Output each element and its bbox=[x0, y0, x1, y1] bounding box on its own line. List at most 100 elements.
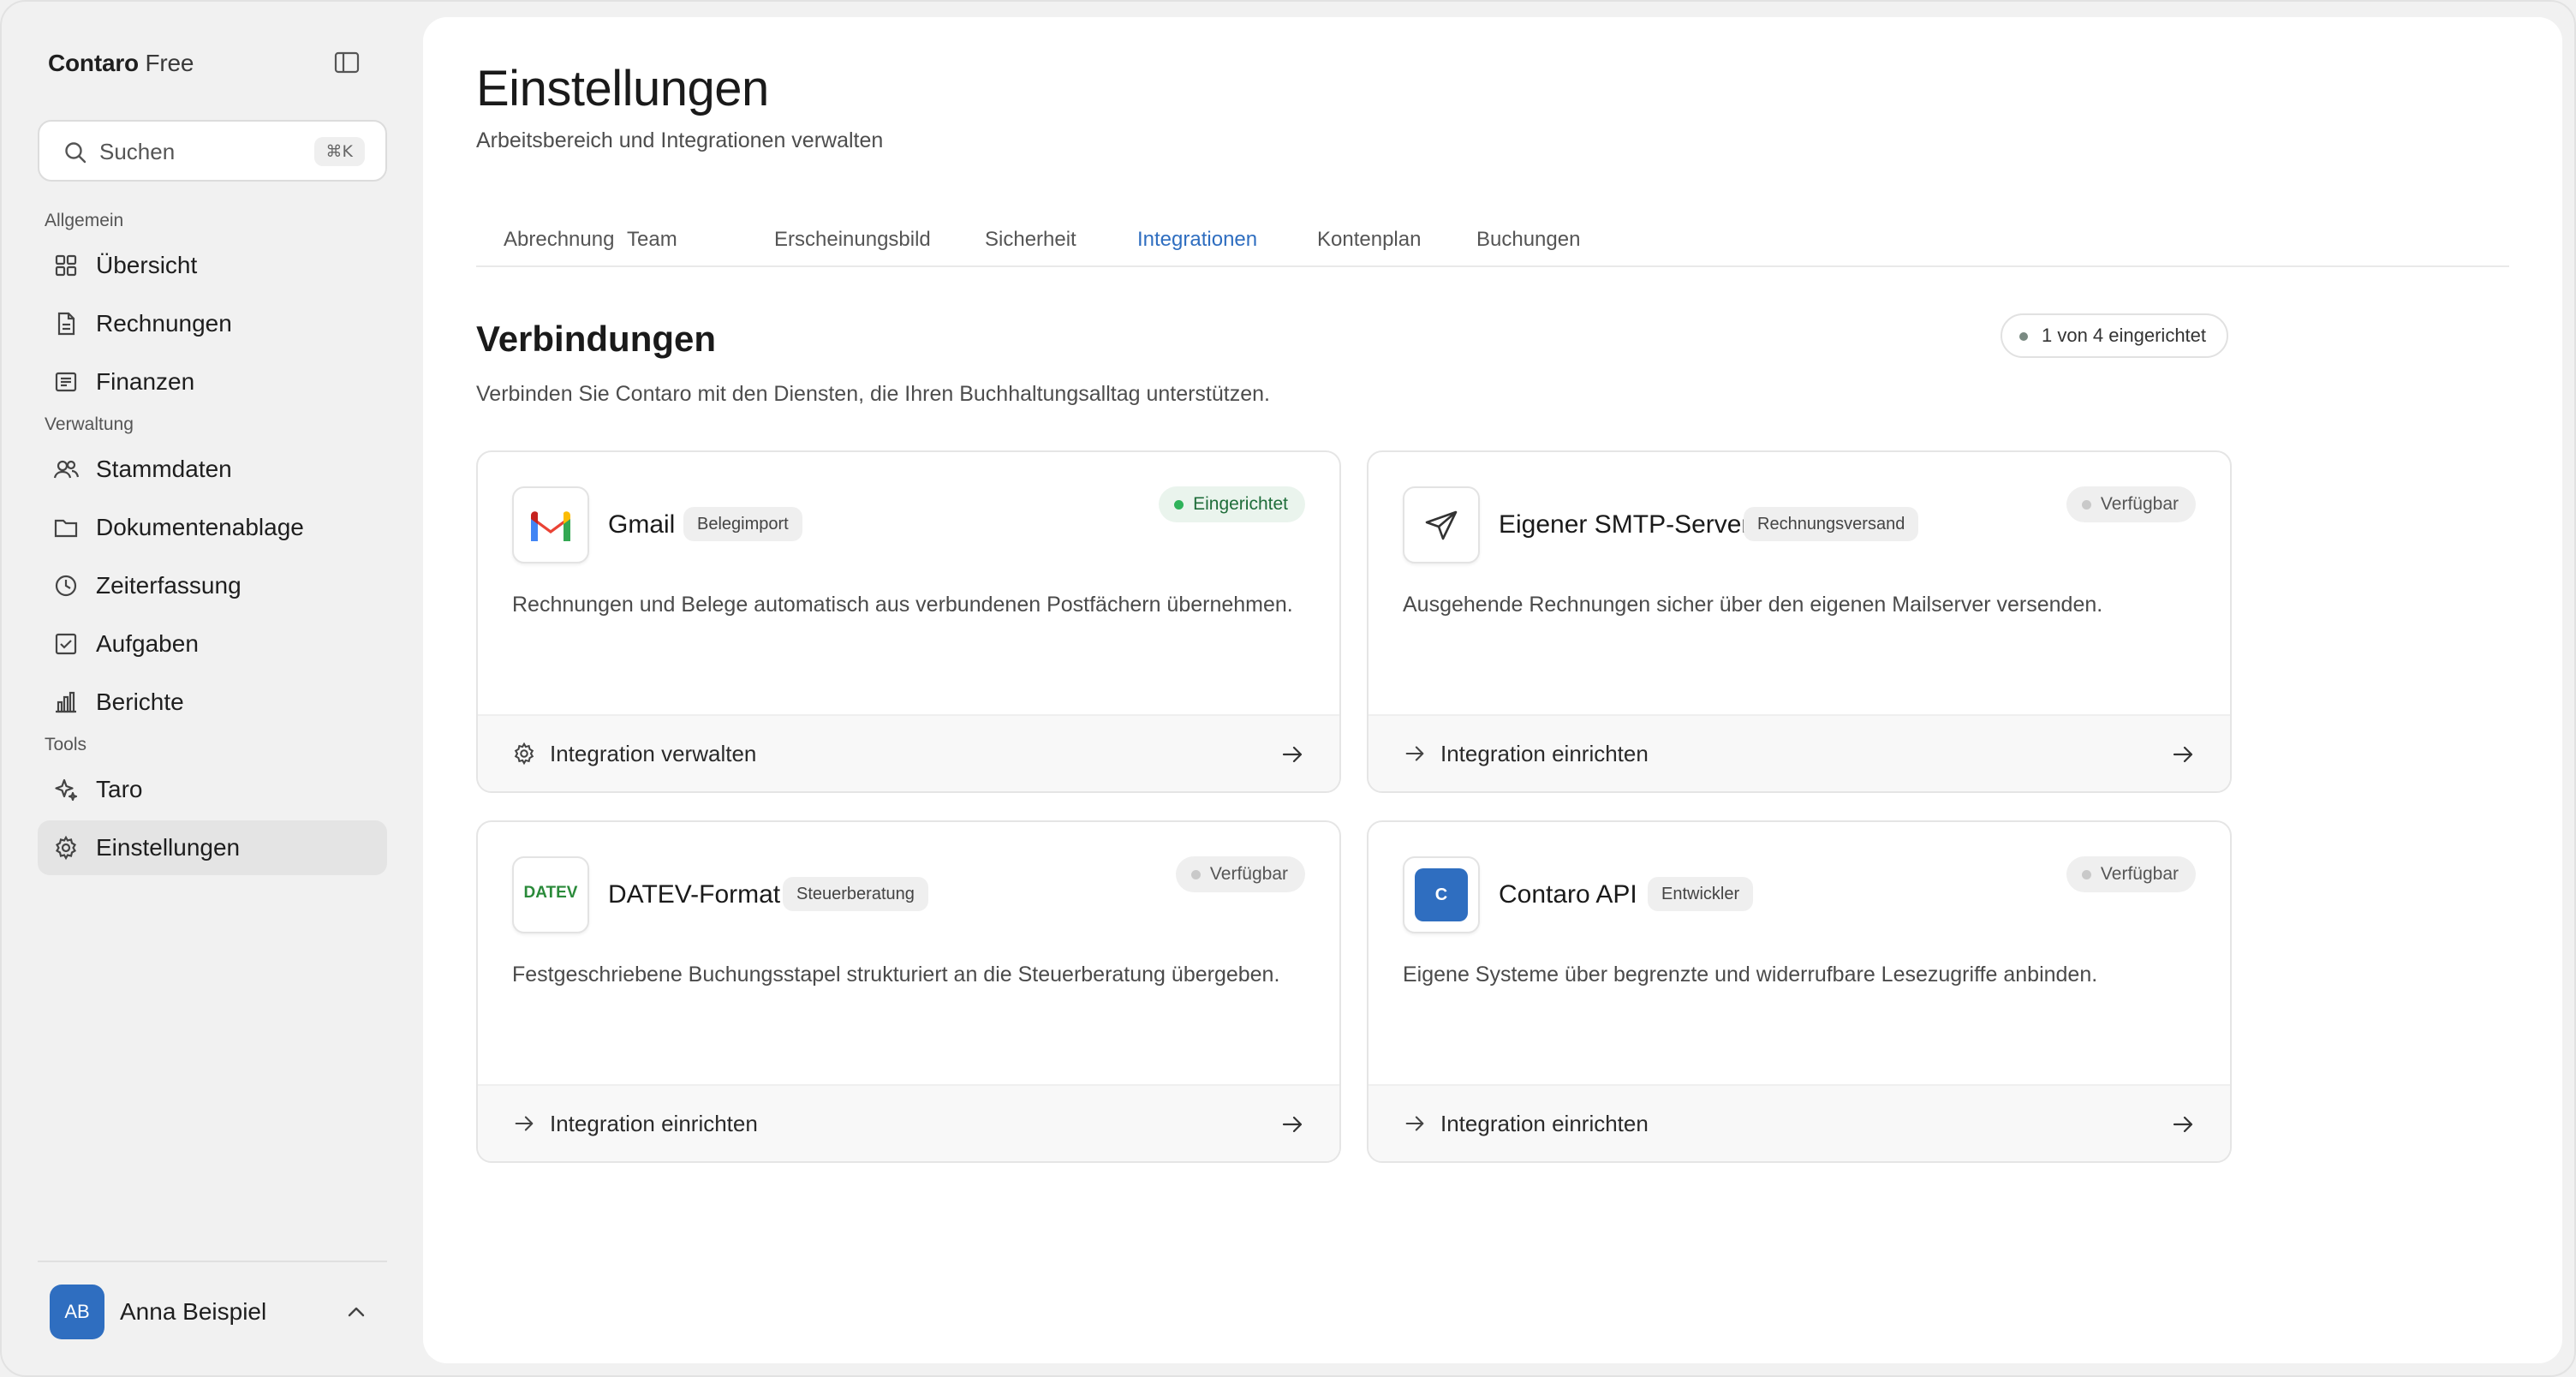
page-title: Einstellungen bbox=[476, 61, 769, 116]
manage-integration-button[interactable]: Integration verwalten bbox=[478, 714, 1339, 791]
sidebar-item-zeiterfassung[interactable]: Zeiterfassung bbox=[38, 558, 387, 613]
contaro-api-logo-text: C bbox=[1415, 868, 1468, 921]
arrow-right-icon bbox=[2170, 1112, 2196, 1137]
gear-icon bbox=[512, 742, 536, 766]
sidebar-item-stammdaten[interactable]: Stammdaten bbox=[38, 442, 387, 497]
avatar: AB bbox=[50, 1285, 104, 1339]
tab-team[interactable]: Team bbox=[627, 228, 677, 252]
receipt-icon bbox=[53, 369, 79, 395]
status-dot bbox=[1190, 870, 1201, 879]
sidebar-section-verwaltung: Verwaltung bbox=[45, 414, 134, 434]
grid-icon bbox=[53, 253, 79, 278]
tab-buchungen[interactable]: Buchungen bbox=[1476, 228, 1580, 252]
tab-sicherheit[interactable]: Sicherheit bbox=[985, 228, 1076, 252]
folder-icon bbox=[53, 515, 79, 540]
app-brand: Contaro Free bbox=[48, 50, 194, 77]
gmail-logo bbox=[512, 486, 589, 563]
sidebar-item-label: Aufgaben bbox=[96, 630, 199, 657]
search-input[interactable] bbox=[99, 134, 288, 170]
setup-integration-button[interactable]: Integration einrichten bbox=[478, 1084, 1339, 1161]
integration-card-gmail: Gmail Belegimport Eingerichtet Rechnunge… bbox=[476, 450, 1341, 793]
arrow-right-icon bbox=[1403, 742, 1427, 766]
bar-chart-icon bbox=[53, 689, 79, 715]
sidebar-item-label: Taro bbox=[96, 776, 143, 802]
app-window: Contaro Free ⌘K Allgemein Übersicht Rech… bbox=[0, 0, 2576, 1377]
sidebar-item-label: Übersicht bbox=[96, 252, 198, 278]
settings-tabs: Abrechnung Team Erscheinungsbild Sicherh… bbox=[476, 207, 2509, 267]
setup-integration-button[interactable]: Integration einrichten bbox=[1368, 1084, 2230, 1161]
search-box[interactable]: ⌘K bbox=[38, 120, 387, 182]
integration-name: DATEV-Format bbox=[608, 880, 781, 909]
tab-abrechnung[interactable]: Abrechnung bbox=[504, 228, 614, 252]
search-shortcut-badge: ⌘K bbox=[313, 137, 365, 166]
setup-counter-badge: 1 von 4 eingerichtet bbox=[2001, 313, 2229, 358]
integration-tag: Steuerberatung bbox=[783, 877, 928, 911]
contaro-api-logo: C bbox=[1403, 856, 1480, 933]
tab-erscheinungsbild[interactable]: Erscheinungsbild bbox=[774, 228, 931, 252]
sidebar: Contaro Free ⌘K Allgemein Übersicht Rech… bbox=[2, 2, 423, 1375]
sidebar-section-tools: Tools bbox=[45, 735, 87, 754]
status-dot bbox=[2081, 500, 2091, 510]
integration-tag: Rechnungsversand bbox=[1744, 507, 1919, 541]
sidebar-item-einstellungen[interactable]: Einstellungen bbox=[38, 820, 387, 875]
footer-action-label: Integration einrichten bbox=[1440, 741, 1649, 766]
status-label: Verfügbar bbox=[1209, 864, 1288, 884]
sidebar-item-rechnungen[interactable]: Rechnungen bbox=[38, 296, 387, 351]
sidebar-item-label: Zeiterfassung bbox=[96, 572, 242, 599]
footer-action-label: Integration einrichten bbox=[550, 1111, 758, 1136]
status-label: Verfügbar bbox=[2100, 864, 2179, 884]
gear-icon bbox=[53, 835, 79, 861]
datev-logo: DATEV bbox=[512, 856, 589, 933]
sidebar-item-label: Berichte bbox=[96, 688, 184, 715]
status-label: Verfügbar bbox=[2100, 494, 2179, 514]
arrow-right-icon bbox=[1279, 742, 1305, 767]
tab-kontenplan[interactable]: Kontenplan bbox=[1317, 228, 1421, 252]
datev-logo-text: DATEV bbox=[523, 884, 578, 902]
sidebar-item-label: Dokumentenablage bbox=[96, 514, 304, 540]
status-dot bbox=[1174, 500, 1184, 510]
sidebar-item-berichte[interactable]: Berichte bbox=[38, 675, 387, 730]
clock-icon bbox=[53, 573, 79, 599]
user-menu[interactable]: AB Anna Beispiel bbox=[38, 1274, 387, 1356]
status-label: Eingerichtet bbox=[1193, 494, 1288, 514]
integration-card-smtp: Eigener SMTP-Server Rechnungsversand Ver… bbox=[1367, 450, 2232, 793]
sidebar-section-allgemein: Allgemein bbox=[45, 211, 124, 230]
sidebar-toggle-icon[interactable] bbox=[332, 50, 361, 75]
status-dot bbox=[2019, 332, 2028, 341]
footer-action-label: Integration einrichten bbox=[1440, 1111, 1649, 1136]
status-badge: Verfügbar bbox=[1175, 856, 1305, 892]
chevron-up-icon bbox=[343, 1298, 370, 1326]
integration-tag: Belegimport bbox=[683, 507, 802, 541]
app-plan: Free bbox=[145, 50, 194, 76]
integration-name: Eigener SMTP-Server bbox=[1499, 510, 1750, 539]
checkbox-icon bbox=[53, 631, 79, 657]
sidebar-item-aufgaben[interactable]: Aufgaben bbox=[38, 617, 387, 671]
users-icon bbox=[53, 456, 79, 482]
status-badge: Eingerichtet bbox=[1159, 486, 1305, 522]
integration-tag: Entwickler bbox=[1648, 877, 1754, 911]
sparkle-icon bbox=[53, 777, 79, 802]
document-icon bbox=[53, 311, 79, 337]
paper-plane-icon bbox=[1403, 486, 1480, 563]
sidebar-item-uebersicht[interactable]: Übersicht bbox=[38, 238, 387, 293]
arrow-right-icon bbox=[1403, 1112, 1427, 1136]
setup-integration-button[interactable]: Integration einrichten bbox=[1368, 714, 2230, 791]
arrow-right-icon bbox=[512, 1112, 536, 1136]
sidebar-item-taro[interactable]: Taro bbox=[38, 762, 387, 817]
section-title: Verbindungen bbox=[476, 319, 717, 359]
page-subtitle: Arbeitsbereich und Integrationen verwalt… bbox=[476, 128, 884, 152]
sidebar-divider bbox=[38, 1261, 387, 1262]
setup-counter-label: 1 von 4 eingerichtet bbox=[2042, 325, 2207, 346]
integration-name: Contaro API bbox=[1499, 880, 1637, 909]
status-badge: Verfügbar bbox=[2066, 856, 2196, 892]
integration-name: Gmail bbox=[608, 510, 676, 539]
sidebar-item-finanzen[interactable]: Finanzen bbox=[38, 355, 387, 409]
main-panel: Einstellungen Arbeitsbereich und Integra… bbox=[423, 17, 2562, 1363]
status-dot bbox=[2081, 870, 2091, 879]
sidebar-item-label: Finanzen bbox=[96, 368, 195, 395]
tab-integrationen[interactable]: Integrationen bbox=[1137, 228, 1257, 252]
sidebar-item-label: Einstellungen bbox=[96, 834, 241, 861]
sidebar-item-dokumentenablage[interactable]: Dokumentenablage bbox=[38, 500, 387, 555]
status-badge: Verfügbar bbox=[2066, 486, 2196, 522]
integration-description: Festgeschriebene Buchungsstapel struktur… bbox=[512, 963, 1280, 987]
